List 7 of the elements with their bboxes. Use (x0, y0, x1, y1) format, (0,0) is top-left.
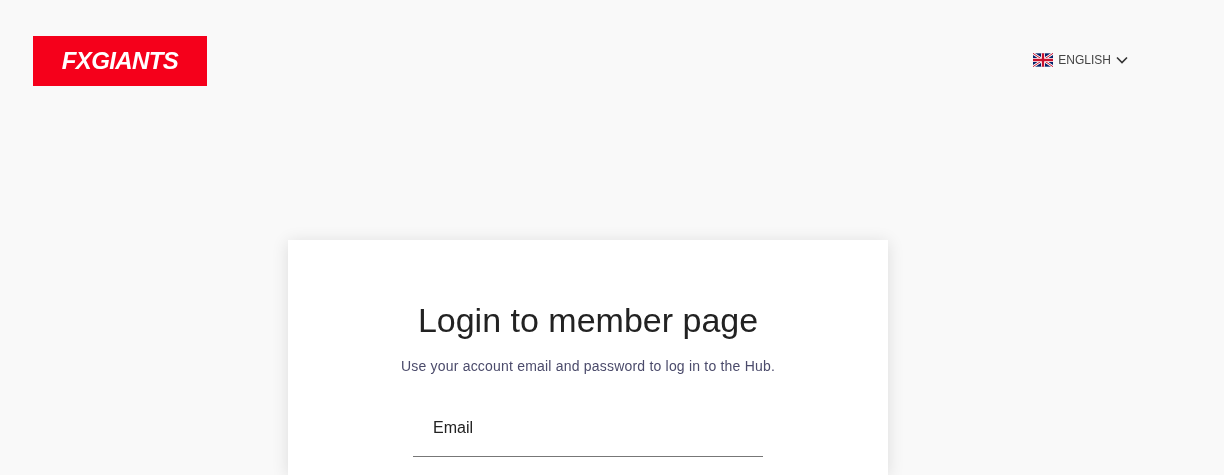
login-subtitle: Use your account email and password to log in to the Hub. (400, 357, 775, 376)
login-title: Login to member page (417, 300, 759, 341)
language-selector[interactable]: ENGLISH (1033, 51, 1128, 69)
email-field[interactable]: Email (413, 407, 763, 457)
chevron-down-icon (1116, 56, 1128, 64)
uk-flag-icon (1033, 52, 1054, 68)
logo[interactable]: FXGIANTS (33, 36, 207, 86)
